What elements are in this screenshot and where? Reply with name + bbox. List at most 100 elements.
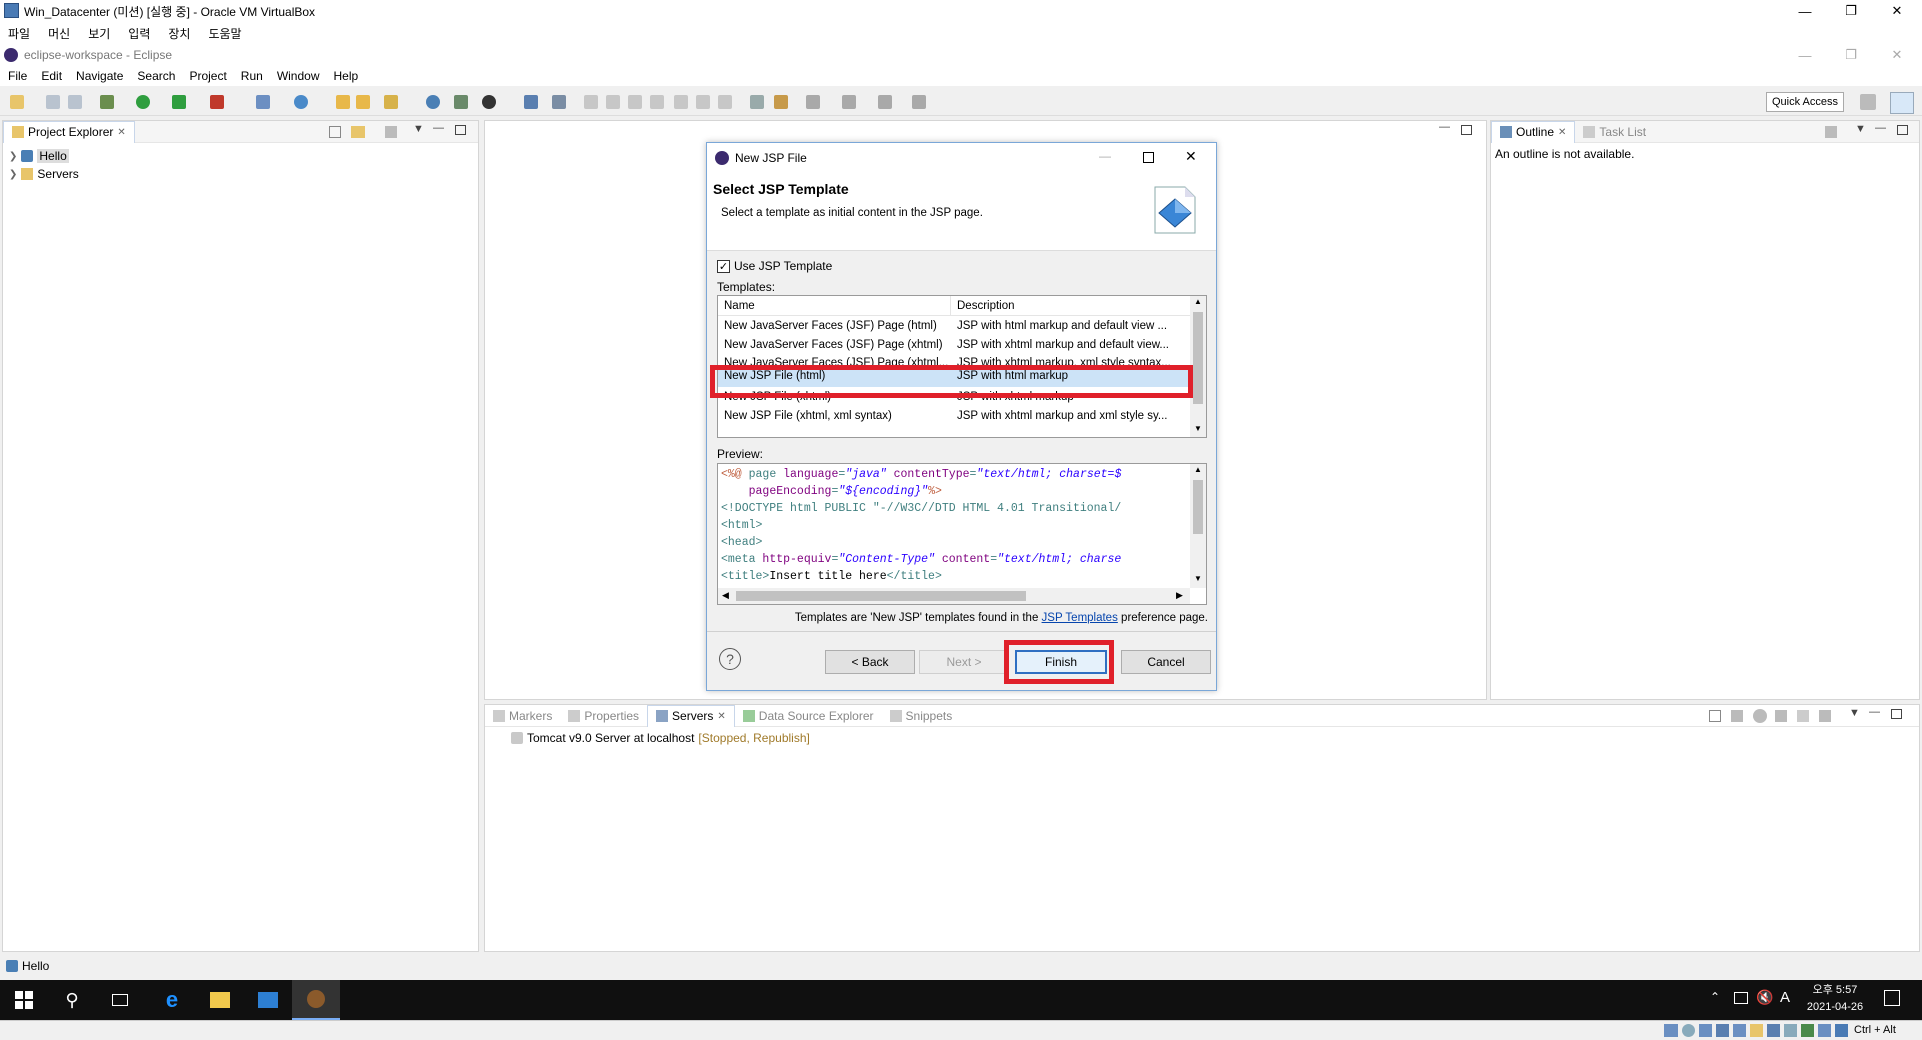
debug-server-icon[interactable] (1731, 710, 1743, 722)
toggle-ant-icon[interactable] (750, 95, 764, 109)
use-template-row[interactable]: ✓ Use JSP Template (717, 259, 832, 273)
skip-breakpoints-icon[interactable] (552, 95, 566, 109)
mouse-integration-icon[interactable] (1818, 1024, 1831, 1037)
filter-icon[interactable] (385, 126, 397, 138)
table-row[interactable]: New JavaServer Faces (JSF) Page (xhtml..… (718, 354, 1206, 365)
table-row[interactable]: New JavaServer Faces (JSF) Page (xhtml) J… (718, 335, 1206, 354)
view-menu-icon[interactable]: ▼ (1849, 707, 1860, 719)
open-perspective-icon[interactable] (1860, 94, 1876, 110)
close-tab-icon[interactable]: ✕ (117, 127, 125, 138)
jsp-templates-link[interactable]: JSP Templates (1042, 612, 1118, 624)
menu-devices-kr[interactable]: 장치 (168, 25, 190, 42)
usb-icon[interactable] (1733, 1024, 1746, 1037)
tree-item-servers[interactable]: ❯ Servers (9, 165, 478, 183)
profile-server-icon[interactable] (1775, 710, 1787, 722)
scroll-up-icon[interactable]: ▲ (1194, 297, 1202, 306)
step-over-icon[interactable] (696, 95, 710, 109)
eclipse-taskbar-icon[interactable] (292, 980, 340, 1020)
outline-toolbar-icon[interactable] (1825, 126, 1837, 138)
view-menu-icon[interactable]: ▼ (1855, 123, 1866, 135)
menu-help-kr[interactable]: 도움말 (208, 25, 241, 42)
close-tab-icon[interactable]: ✕ (717, 711, 725, 722)
menu-help[interactable]: Help (334, 69, 359, 83)
back-button[interactable]: < Back (825, 650, 915, 674)
start-server-icon[interactable] (1753, 709, 1767, 723)
scroll-right-icon[interactable]: ▶ (1176, 590, 1183, 601)
next-button[interactable]: Next > (919, 650, 1009, 674)
open-task-icon[interactable] (454, 95, 468, 109)
menu-project[interactable]: Project (189, 69, 226, 83)
task-view-icon[interactable] (96, 980, 144, 1020)
show-hidden-icons[interactable]: ⌃ (1710, 990, 1720, 1004)
column-name-header[interactable]: Name (718, 296, 951, 315)
menu-machine-kr[interactable]: 머신 (48, 25, 70, 42)
maximize-view-icon[interactable] (1891, 709, 1902, 719)
menu-window[interactable]: Window (277, 69, 320, 83)
help-icon[interactable]: ? (719, 648, 741, 670)
eclipse-restore-button[interactable]: ❐ (1828, 44, 1874, 66)
tab-snippets[interactable]: Snippets (882, 705, 961, 727)
new-class-icon[interactable] (294, 95, 308, 109)
step-into-icon[interactable] (674, 95, 688, 109)
scroll-up-icon[interactable]: ▲ (1194, 465, 1202, 474)
optical-drive-icon[interactable] (1682, 1024, 1695, 1037)
menu-navigate[interactable]: Navigate (76, 69, 123, 83)
preview-hscrollbar[interactable]: ◀ ▶ (718, 588, 1190, 604)
hdd-icon[interactable] (1664, 1024, 1678, 1037)
preview-box[interactable]: <%@ page language="java" contentType="te… (717, 463, 1207, 605)
menu-view-kr[interactable]: 보기 (88, 25, 110, 42)
editor-minimize-icon[interactable]: — (1439, 121, 1450, 133)
dialog-minimize-button[interactable]: — (1099, 149, 1111, 163)
network-adapter-icon[interactable] (1716, 1024, 1729, 1037)
eclipse-close-button[interactable]: ✕ (1874, 44, 1920, 66)
server-row-tomcat[interactable]: Tomcat v9.0 Server at localhost [Stopped… (485, 729, 1919, 747)
scroll-thumb[interactable] (1193, 312, 1203, 404)
run-server-icon[interactable] (172, 95, 186, 109)
terminate-icon[interactable] (628, 95, 642, 109)
tab-properties[interactable]: Properties (560, 705, 647, 727)
annotation-icon[interactable] (774, 95, 788, 109)
view-menu-icon[interactable]: ▼ (413, 123, 424, 135)
recording-icon[interactable] (1784, 1024, 1797, 1037)
ime-indicator-icon[interactable]: A (1780, 989, 1790, 1006)
tab-task-list[interactable]: Task List (1575, 121, 1654, 143)
clock[interactable]: 오후 5:57 2021-04-26 (1800, 982, 1870, 1016)
internet-explorer-icon[interactable]: e (148, 980, 196, 1020)
save-all-icon[interactable] (68, 95, 82, 109)
new-icon[interactable] (10, 95, 24, 109)
stop-server-icon[interactable] (1797, 710, 1809, 722)
open-folder-icon[interactable] (336, 95, 350, 109)
perspective-icon[interactable] (482, 95, 496, 109)
tab-markers[interactable]: Markers (485, 705, 560, 727)
tab-data-source-explorer[interactable]: Data Source Explorer (735, 705, 882, 727)
cancel-button[interactable]: Cancel (1121, 650, 1211, 674)
cpu-icon[interactable] (1801, 1024, 1814, 1037)
run-icon[interactable] (136, 95, 150, 109)
eclipse-minimize-button[interactable]: — (1782, 44, 1828, 66)
minimize-view-icon[interactable]: — (433, 122, 444, 134)
maximize-view-icon[interactable] (455, 125, 466, 135)
display-icon[interactable] (1767, 1024, 1780, 1037)
scroll-left-icon[interactable]: ◀ (722, 590, 729, 601)
keyboard-icon[interactable] (1835, 1024, 1848, 1037)
open-type-icon[interactable] (356, 95, 370, 109)
shared-folders-icon[interactable] (1750, 1024, 1763, 1037)
notification-icon[interactable] (1884, 990, 1900, 1006)
close-tab-icon[interactable]: ✕ (1558, 127, 1566, 138)
collapse-all-icon[interactable] (329, 126, 341, 138)
dialog-close-button[interactable]: ✕ (1185, 148, 1197, 165)
new-package-icon[interactable] (256, 95, 270, 109)
scroll-thumb[interactable] (1193, 480, 1203, 534)
prev-annotation-icon[interactable] (842, 95, 856, 109)
step-return-icon[interactable] (718, 95, 732, 109)
menu-edit[interactable]: Edit (41, 69, 62, 83)
expand-arrow-icon[interactable]: ❯ (9, 151, 17, 162)
tab-servers[interactable]: Servers ✕ (647, 704, 735, 727)
close-button[interactable]: ✕ (1874, 0, 1920, 22)
menu-file-kr[interactable]: 파일 (8, 25, 30, 42)
editor-maximize-icon[interactable] (1461, 125, 1472, 135)
volume-muted-icon[interactable]: 🔇 (1756, 989, 1773, 1006)
link-editor-icon[interactable] (351, 126, 365, 138)
file-explorer-icon[interactable] (196, 980, 244, 1020)
tab-project-explorer[interactable]: Project Explorer ✕ (3, 120, 135, 143)
